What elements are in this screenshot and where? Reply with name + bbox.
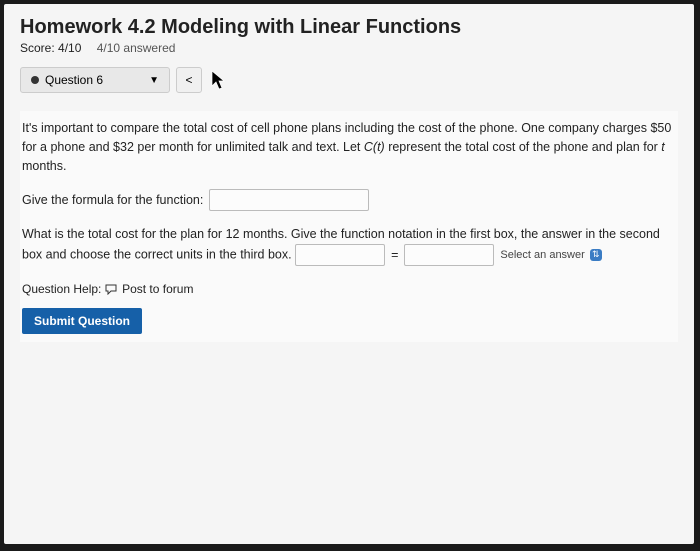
select-arrows-icon: ⇅	[590, 249, 602, 261]
part2-row: What is the total cost for the plan for …	[22, 225, 676, 266]
formula-prompt: Give the formula for the function:	[22, 191, 203, 210]
function-notation-input[interactable]	[295, 244, 385, 266]
help-line: Question Help: Post to forum	[22, 280, 676, 298]
formula-input[interactable]	[209, 189, 369, 211]
score-line: Score: 4/10 4/10 answered	[20, 41, 678, 55]
chat-icon	[105, 280, 117, 298]
function-name: C(t)	[364, 140, 385, 154]
question-dropdown[interactable]: Question 6 ▼	[20, 67, 170, 93]
prev-question-button[interactable]: <	[176, 67, 202, 93]
post-forum-link[interactable]: Post to forum	[122, 282, 193, 296]
intro-text-b: represent the total cost of the phone an…	[385, 140, 662, 154]
question-content: It's important to compare the total cost…	[20, 111, 678, 342]
intro-text-c: months.	[22, 159, 66, 173]
submit-question-button[interactable]: Submit Question	[22, 308, 142, 334]
chevron-down-icon: ▼	[149, 75, 159, 86]
page-container: Homework 4.2 Modeling with Linear Functi…	[4, 4, 694, 544]
help-label: Question Help:	[22, 282, 101, 296]
equals-sign: =	[391, 246, 398, 265]
cursor-icon	[208, 67, 234, 93]
select-label: Select an answer	[500, 247, 584, 264]
status-dot-icon	[31, 76, 39, 84]
score-value: Score: 4/10	[20, 41, 81, 55]
page-title: Homework 4.2 Modeling with Linear Functi…	[20, 16, 678, 39]
question-label: Question 6	[45, 73, 103, 87]
answered-count: 4/10 answered	[97, 41, 176, 55]
variable-t: t	[661, 140, 664, 154]
answer-input[interactable]	[404, 244, 494, 266]
question-nav: Question 6 ▼ <	[20, 67, 678, 93]
units-select[interactable]: Select an answer ⇅	[500, 247, 601, 264]
formula-row: Give the formula for the function:	[22, 189, 676, 211]
problem-intro: It's important to compare the total cost…	[22, 119, 676, 175]
